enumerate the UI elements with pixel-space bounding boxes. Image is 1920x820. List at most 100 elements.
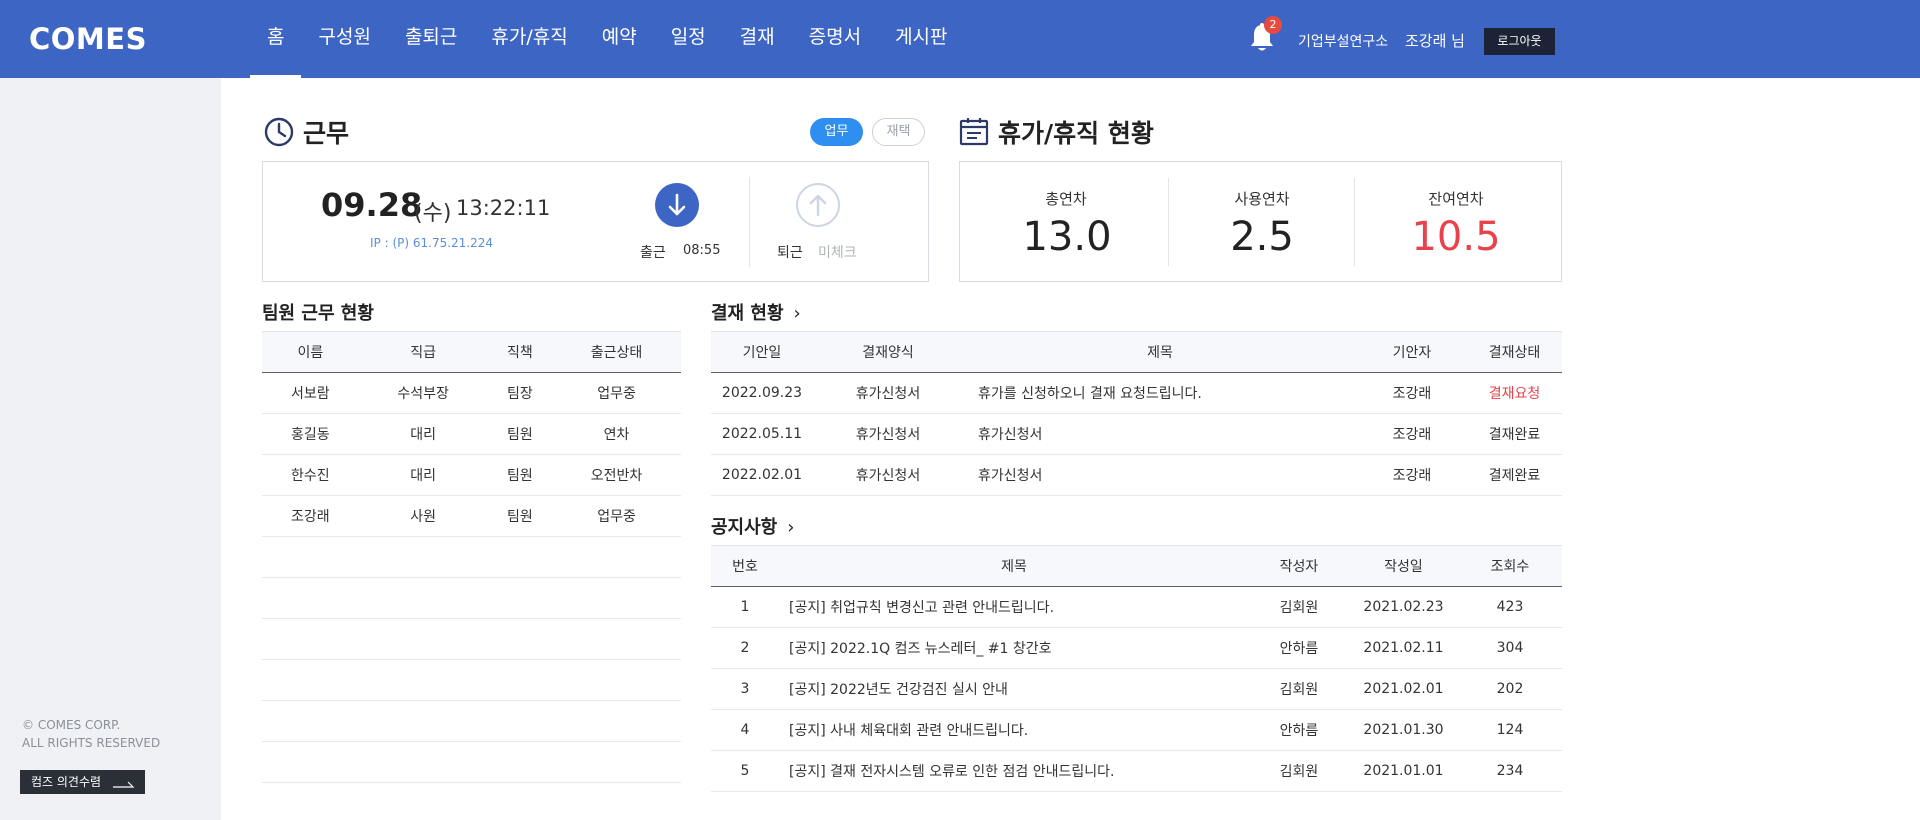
table-cell: 휴가신청서	[813, 372, 963, 414]
table-cell: 234	[1458, 750, 1562, 792]
table-cell: 사원	[358, 495, 488, 537]
table-row[interactable]: 2022.02.01 휴가신청서 휴가신청서 조강래 결제완료	[711, 454, 1562, 496]
table-cell: 안하름	[1249, 709, 1349, 751]
checkin-label: 출근	[640, 245, 666, 261]
table-cell	[487, 618, 553, 660]
work-day: (수)	[414, 201, 452, 226]
nav-item[interactable]: 증명서	[792, 0, 878, 78]
nav-item[interactable]: 게시판	[878, 0, 964, 78]
table-cell: 2	[711, 627, 779, 669]
table-cell	[552, 577, 681, 619]
team-table: 이름 직급 직책 출근상태 서보람 수석부장 팀장 업무중 홍길동 대리 팀원 연차 한수진 대리 팀원 오…	[262, 331, 681, 783]
table-cell: 124	[1458, 709, 1562, 751]
table-row[interactable]: 1 [공지] 취업규칙 변경신고 관련 안내드립니다. 김회원 2021.02.23 4…	[711, 586, 1562, 628]
table-cell: 조강래	[1357, 454, 1467, 496]
table-cell: 팀장	[487, 372, 553, 414]
table-cell: 팀원	[487, 495, 553, 537]
table-cell	[262, 659, 359, 701]
table-cell	[487, 659, 553, 701]
feedback-button[interactable]: 컴즈 의견수렴	[20, 770, 145, 794]
table-row[interactable]: 서보람 수석부장 팀장 업무중	[262, 372, 681, 414]
column-header: 기안자	[1357, 331, 1467, 373]
table-row[interactable]: 2022.05.11 휴가신청서 휴가신청서 조강래 결재완료	[711, 413, 1562, 455]
mode-remote-button[interactable]: 재택	[872, 118, 925, 146]
table-cell: 423	[1458, 586, 1562, 628]
comes-logo[interactable]: COMES	[29, 22, 147, 56]
table-row[interactable]: 4 [공지] 사내 체육대회 관련 안내드립니다. 안하름 2021.01.30 124	[711, 709, 1562, 751]
table-row[interactable]: 3 [공지] 2022년도 건강검진 실시 안내 김회원 2021.02.01 202	[711, 668, 1562, 710]
column-header: 제목	[963, 331, 1357, 373]
table-cell	[552, 700, 681, 742]
table-cell: 팀원	[487, 413, 553, 455]
user-name: 조강래 님	[1405, 32, 1465, 50]
nav-item[interactable]: 휴가/휴직	[474, 0, 584, 78]
leave-total-value: 13.0	[1022, 214, 1112, 260]
table-cell: 연차	[552, 413, 681, 455]
table-row[interactable]: 조강래 사원 팀원 업무중	[262, 495, 681, 537]
table-cell	[487, 577, 553, 619]
table-cell: 조강래	[262, 495, 359, 537]
table-cell	[262, 700, 359, 742]
column-header: 결재상태	[1467, 331, 1562, 373]
checkout-status: 미체크	[818, 245, 857, 261]
copyright: © COMES CORP. ALL RIGHTS RESERVED	[22, 716, 160, 752]
table-row[interactable]: 2022.09.23 휴가신청서 휴가를 신청하오니 결재 요청드립니다. 조강래 결재…	[711, 372, 1562, 414]
table-cell: 결재요청	[1467, 372, 1562, 414]
nav-item[interactable]: 홈	[250, 0, 302, 78]
chevron-right-icon: ›	[787, 517, 795, 538]
table-cell: 2021.01.30	[1349, 709, 1458, 751]
table-cell: 휴가신청서	[813, 454, 963, 496]
approval-table: 기안일 결재양식 제목 기안자 결재상태 2022.09.23 휴가신청서 휴가를 신청하오…	[711, 331, 1562, 496]
table-cell	[358, 741, 488, 783]
table-cell	[262, 536, 359, 578]
approval-title[interactable]: 결재 현황 ›	[711, 299, 801, 325]
nav-item[interactable]: 구성원	[301, 0, 387, 78]
divider	[1168, 178, 1169, 266]
team-title: 팀원 근무 현황	[262, 303, 374, 324]
table-cell	[552, 618, 681, 660]
table-cell	[262, 618, 359, 660]
sidebar	[0, 78, 221, 820]
table-cell	[358, 536, 488, 578]
main-nav: 홈 구성원 출퇴근 휴가/휴직 예약 일정 결재 증명서 게시판	[250, 0, 965, 78]
nav-item[interactable]: 예약	[585, 0, 654, 78]
column-header: 직급	[358, 331, 488, 373]
table-cell: [공지] 2022년도 건강검진 실시 안내	[779, 668, 1249, 710]
nav-item[interactable]: 일정	[654, 0, 723, 78]
mode-office-button[interactable]: 업무	[810, 118, 863, 146]
chevron-right-icon: ›	[793, 303, 801, 324]
table-cell: 팀원	[487, 454, 553, 496]
notification-badge: 2	[1264, 16, 1282, 34]
empty-row	[262, 741, 681, 783]
arrow-down-icon	[668, 193, 686, 216]
table-cell: 2022.05.11	[711, 413, 813, 455]
column-header: 직책	[487, 331, 553, 373]
table-cell	[487, 700, 553, 742]
nav-item[interactable]: 출퇴근	[388, 0, 474, 78]
table-row[interactable]: 5 [공지] 결재 전자시스템 오류로 인한 점검 안내드립니다. 김회원 2021.…	[711, 750, 1562, 792]
table-row[interactable]: 한수진 대리 팀원 오전반차	[262, 454, 681, 496]
table-row[interactable]: 홍길동 대리 팀원 연차	[262, 413, 681, 455]
table-cell: 김회원	[1249, 668, 1349, 710]
empty-row	[262, 577, 681, 619]
leave-total-label: 총연차	[1045, 190, 1087, 208]
table-cell: 1	[711, 586, 779, 628]
table-cell: 휴가신청서	[963, 413, 1357, 455]
logout-button[interactable]: 로그아웃	[1484, 28, 1555, 55]
table-cell: 김회원	[1249, 586, 1349, 628]
table-cell: 202	[1458, 668, 1562, 710]
column-header: 작성자	[1249, 545, 1349, 587]
table-cell: 2021.02.01	[1349, 668, 1458, 710]
table-cell: 휴가신청서	[963, 454, 1357, 496]
checkout-button[interactable]	[796, 183, 840, 227]
table-cell	[358, 659, 488, 701]
notice-title[interactable]: 공지사항 ›	[711, 513, 794, 539]
checkin-button[interactable]	[655, 183, 699, 227]
table-row[interactable]: 2 [공지] 2022.1Q 컴즈 뉴스레터_ #1 창간호 안하름 2021.02.…	[711, 627, 1562, 669]
table-cell: 홍길동	[262, 413, 359, 455]
table-cell: 휴가를 신청하오니 결재 요청드립니다.	[963, 372, 1357, 414]
table-cell: 결제완료	[1467, 454, 1562, 496]
nav-item[interactable]: 결재	[723, 0, 792, 78]
checkin-time: 08:55	[683, 243, 721, 258]
table-cell: 대리	[358, 413, 488, 455]
